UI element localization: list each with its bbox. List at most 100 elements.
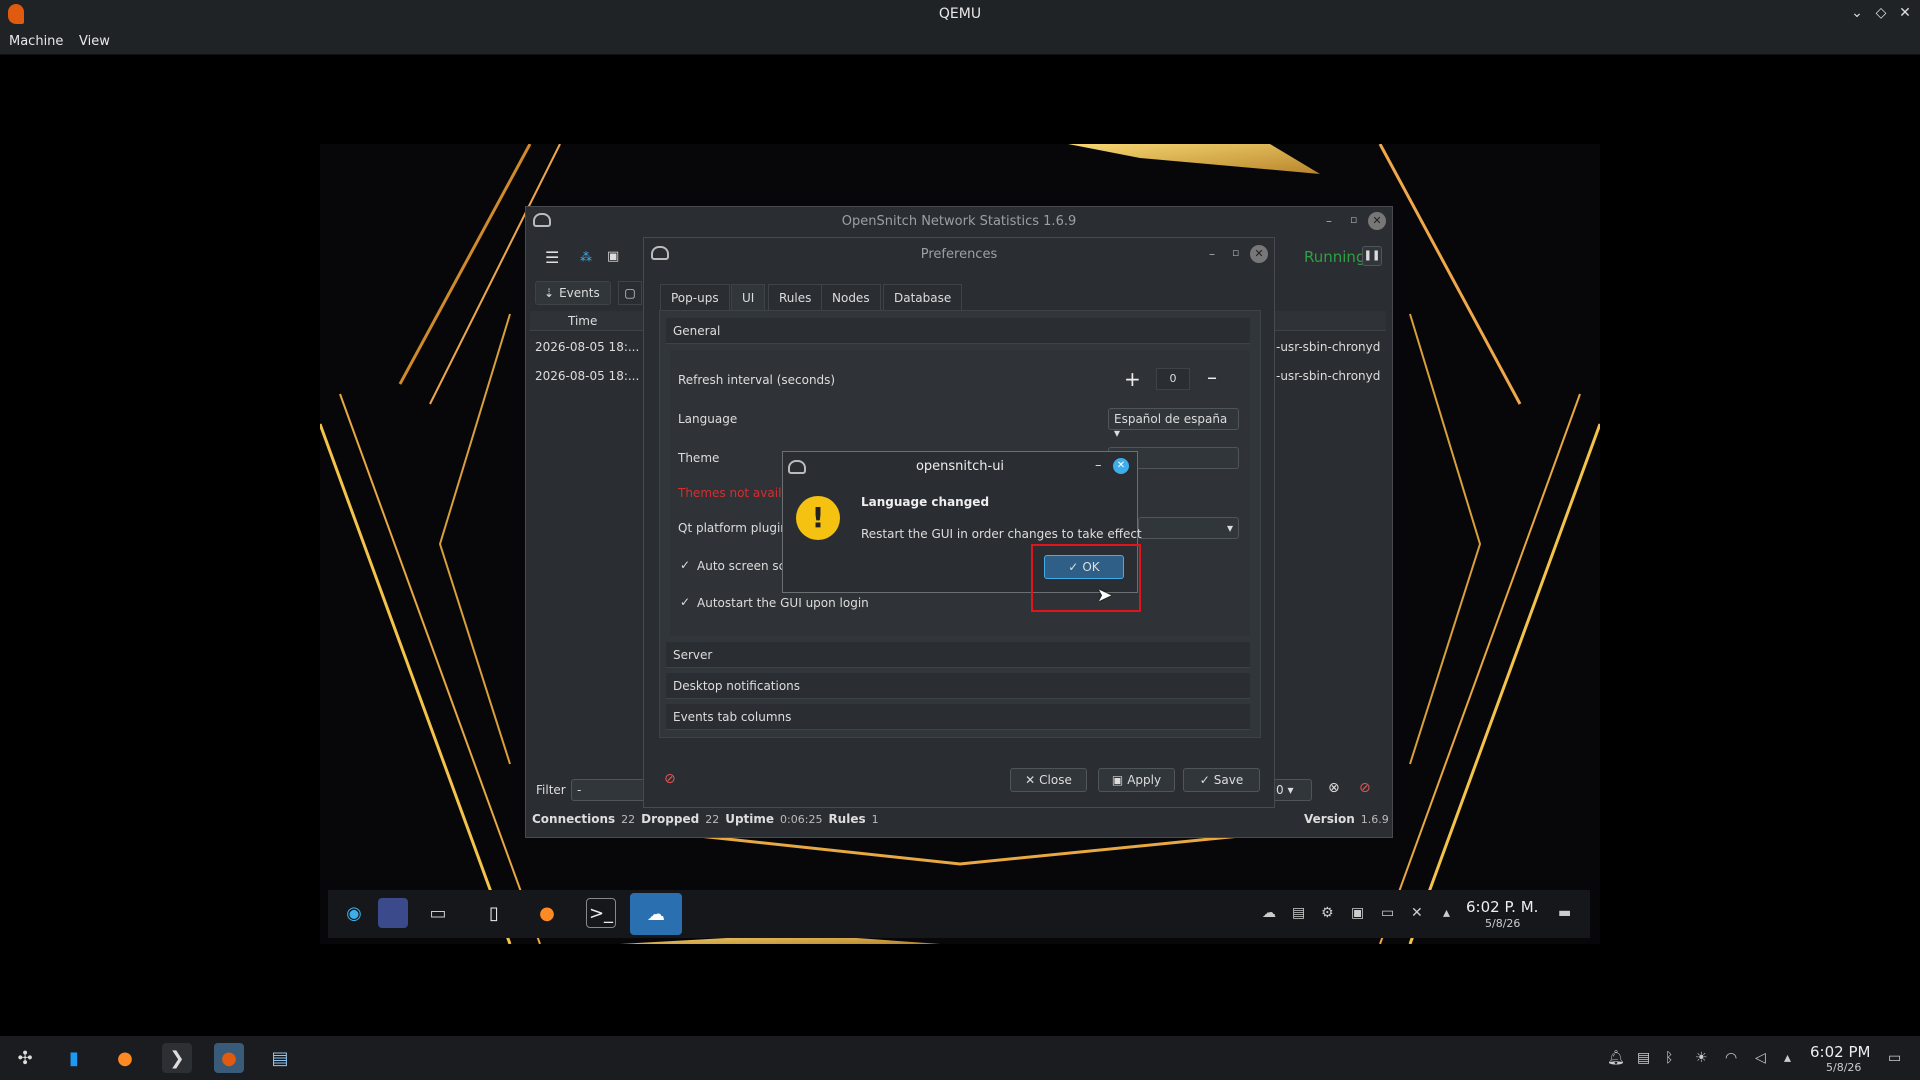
guest-clock-time[interactable]: 6:02 P. M. bbox=[1466, 898, 1538, 916]
tray-expand-icon[interactable]: ▴ bbox=[1443, 905, 1450, 921]
prefs-close-icon[interactable]: ✕ bbox=[1250, 245, 1268, 263]
menu-view[interactable]: View bbox=[79, 34, 110, 49]
clipboard-icon[interactable]: ▤ bbox=[1292, 905, 1305, 921]
terminal-icon[interactable]: >_ bbox=[586, 898, 616, 928]
save-check-icon: ✓ bbox=[1199, 773, 1210, 787]
minimize-icon[interactable]: ⌄ bbox=[1848, 5, 1866, 21]
tab-nodes-icon[interactable]: ▢ bbox=[618, 281, 642, 305]
opensnitch-tray-icon[interactable]: ☁ bbox=[1262, 905, 1276, 921]
volume-muted-icon[interactable]: ✕ bbox=[1411, 905, 1423, 921]
maximize-icon[interactable]: ◇ bbox=[1872, 5, 1890, 21]
display-icon[interactable]: ▭ bbox=[1381, 905, 1394, 921]
section-server[interactable]: Server bbox=[666, 642, 1250, 668]
help-icon[interactable]: ⊘ bbox=[664, 771, 676, 787]
guest-taskbar bbox=[328, 890, 1590, 938]
guest-clock-date[interactable]: 5/8/26 bbox=[1485, 917, 1520, 930]
prefs-maximize-icon[interactable]: ▫ bbox=[1232, 246, 1239, 259]
ok-button[interactable]: ✓ OK bbox=[1044, 555, 1124, 579]
limit-combo[interactable]: 0 ▾ bbox=[1270, 779, 1312, 801]
tab-database[interactable]: Database bbox=[883, 284, 963, 310]
autostart-label: Autostart the GUI upon login bbox=[697, 596, 869, 610]
notifications-icon[interactable]: 🔔︎ bbox=[1607, 1050, 1625, 1066]
prefs-window-title: Preferences bbox=[920, 247, 998, 262]
increase-icon[interactable]: + bbox=[1124, 367, 1141, 391]
filter-value: - bbox=[577, 783, 582, 797]
host-files-icon[interactable]: ▤ bbox=[265, 1043, 295, 1073]
delete-icon[interactable]: ⊘ bbox=[1359, 780, 1371, 796]
host-show-desktop-icon[interactable]: ▭ bbox=[1888, 1050, 1901, 1066]
dropped-label: Dropped bbox=[641, 812, 700, 826]
text-editor-icon[interactable]: ▯ bbox=[479, 898, 509, 928]
uptime-label: Uptime bbox=[725, 812, 775, 826]
section-desktop-notifications[interactable]: Desktop notifications bbox=[666, 673, 1250, 699]
stats-close-icon[interactable]: ✕ bbox=[1368, 212, 1386, 230]
host-terminal-icon[interactable]: ❯ bbox=[162, 1043, 192, 1073]
show-desktop-icon[interactable]: ▬ bbox=[1558, 905, 1571, 921]
close-icon[interactable]: ✕ bbox=[1896, 5, 1914, 21]
file-manager-icon[interactable]: ▭ bbox=[423, 898, 453, 928]
refresh-interval-label: Refresh interval (seconds) bbox=[678, 373, 836, 387]
prefs-minimize-icon[interactable]: – bbox=[1209, 247, 1215, 261]
warning-icon: ! bbox=[796, 496, 840, 540]
tab-rules[interactable]: Rules bbox=[768, 284, 823, 310]
tab-events[interactable]: ⇣ Events bbox=[535, 281, 611, 305]
pause-button[interactable]: ❚❚ bbox=[1362, 246, 1382, 266]
volume-icon[interactable]: ◁ bbox=[1755, 1050, 1766, 1066]
stats-maximize-icon[interactable]: ▫ bbox=[1350, 213, 1357, 226]
rules-label: Rules bbox=[828, 812, 866, 826]
dialog-close-icon[interactable]: ✕ bbox=[1113, 458, 1129, 474]
apply-icon: ▣ bbox=[1111, 773, 1124, 787]
connections-label: Connections bbox=[532, 812, 616, 826]
firefox-icon[interactable]: ● bbox=[532, 898, 562, 928]
discover-icon[interactable]: ▮ bbox=[59, 1043, 89, 1073]
table-row-time[interactable]: 2026-08-05 18:... bbox=[535, 340, 639, 354]
language-label: Language bbox=[678, 412, 738, 426]
new-rule-icon[interactable]: ▣ bbox=[607, 249, 619, 264]
qt-platform-combo[interactable]: ▾ bbox=[1138, 517, 1239, 539]
app-launcher-icon[interactable]: ✣ bbox=[10, 1043, 40, 1073]
settings-tray-icon[interactable]: ⚙ bbox=[1321, 905, 1334, 921]
version-value: 1.6.9 bbox=[1360, 813, 1389, 826]
apply-button[interactable]: ▣ Apply bbox=[1098, 768, 1175, 792]
dialog-minimize-icon[interactable]: – bbox=[1095, 458, 1102, 473]
tab-ui[interactable]: UI bbox=[731, 284, 766, 310]
column-time[interactable]: Time bbox=[568, 314, 597, 328]
bluetooth-icon[interactable]: ᛒ bbox=[1665, 1050, 1673, 1066]
wifi-icon[interactable]: ◠ bbox=[1725, 1050, 1737, 1066]
autostart-checkbox[interactable]: ✓ bbox=[680, 595, 690, 609]
ok-button-label: OK bbox=[1082, 560, 1100, 574]
clear-filter-icon[interactable]: ⊗ bbox=[1328, 780, 1340, 796]
host-qemu-icon[interactable]: ● bbox=[214, 1043, 244, 1073]
section-general[interactable]: General bbox=[666, 318, 1250, 344]
host-clock-time[interactable]: 6:02 PM bbox=[1810, 1043, 1870, 1061]
table-row-process[interactable]: -usr-sbin-chronyd bbox=[1276, 340, 1380, 354]
hamburger-menu-icon[interactable]: ☰ bbox=[545, 248, 559, 267]
host-clipboard-icon[interactable]: ▤ bbox=[1637, 1050, 1650, 1066]
section-events-columns[interactable]: Events tab columns bbox=[666, 704, 1250, 730]
version-info: Version 1.6.9 bbox=[1304, 812, 1389, 826]
limit-value: 0 bbox=[1276, 783, 1284, 797]
dropped-count: 22 bbox=[705, 813, 720, 826]
app-icon[interactable] bbox=[378, 898, 408, 928]
table-row-process[interactable]: -usr-sbin-chronyd bbox=[1276, 369, 1380, 383]
opensnitch-taskbar-icon[interactable]: ☁ bbox=[630, 893, 682, 935]
tab-popups[interactable]: Pop-ups bbox=[660, 284, 730, 310]
host-tray-expand-icon[interactable]: ▴ bbox=[1784, 1050, 1791, 1066]
save-button[interactable]: ✓ Save bbox=[1183, 768, 1260, 792]
tab-nodes[interactable]: Nodes bbox=[821, 284, 881, 310]
nodes-icon[interactable]: ⁂ bbox=[580, 250, 592, 264]
decrease-icon[interactable]: – bbox=[1207, 365, 1217, 389]
auto-screen-checkbox[interactable]: ✓ bbox=[680, 558, 690, 572]
table-row-time[interactable]: 2026-08-05 18:... bbox=[535, 369, 639, 383]
stats-minimize-icon[interactable]: – bbox=[1326, 214, 1332, 228]
filter-combo[interactable]: - bbox=[571, 779, 647, 801]
disk-icon[interactable]: ▣ bbox=[1351, 905, 1364, 921]
host-firefox-icon[interactable]: ● bbox=[110, 1043, 140, 1073]
menu-machine[interactable]: Machine bbox=[9, 34, 63, 49]
close-button[interactable]: ✕ Close bbox=[1010, 768, 1087, 792]
refresh-interval-input[interactable]: 0 bbox=[1156, 368, 1190, 390]
edge-browser-icon[interactable]: ◉ bbox=[339, 898, 369, 928]
language-combo[interactable]: Español de españa ▾ bbox=[1108, 408, 1239, 440]
brightness-icon[interactable]: ☀ bbox=[1695, 1050, 1708, 1066]
host-clock-date[interactable]: 5/8/26 bbox=[1826, 1061, 1861, 1074]
